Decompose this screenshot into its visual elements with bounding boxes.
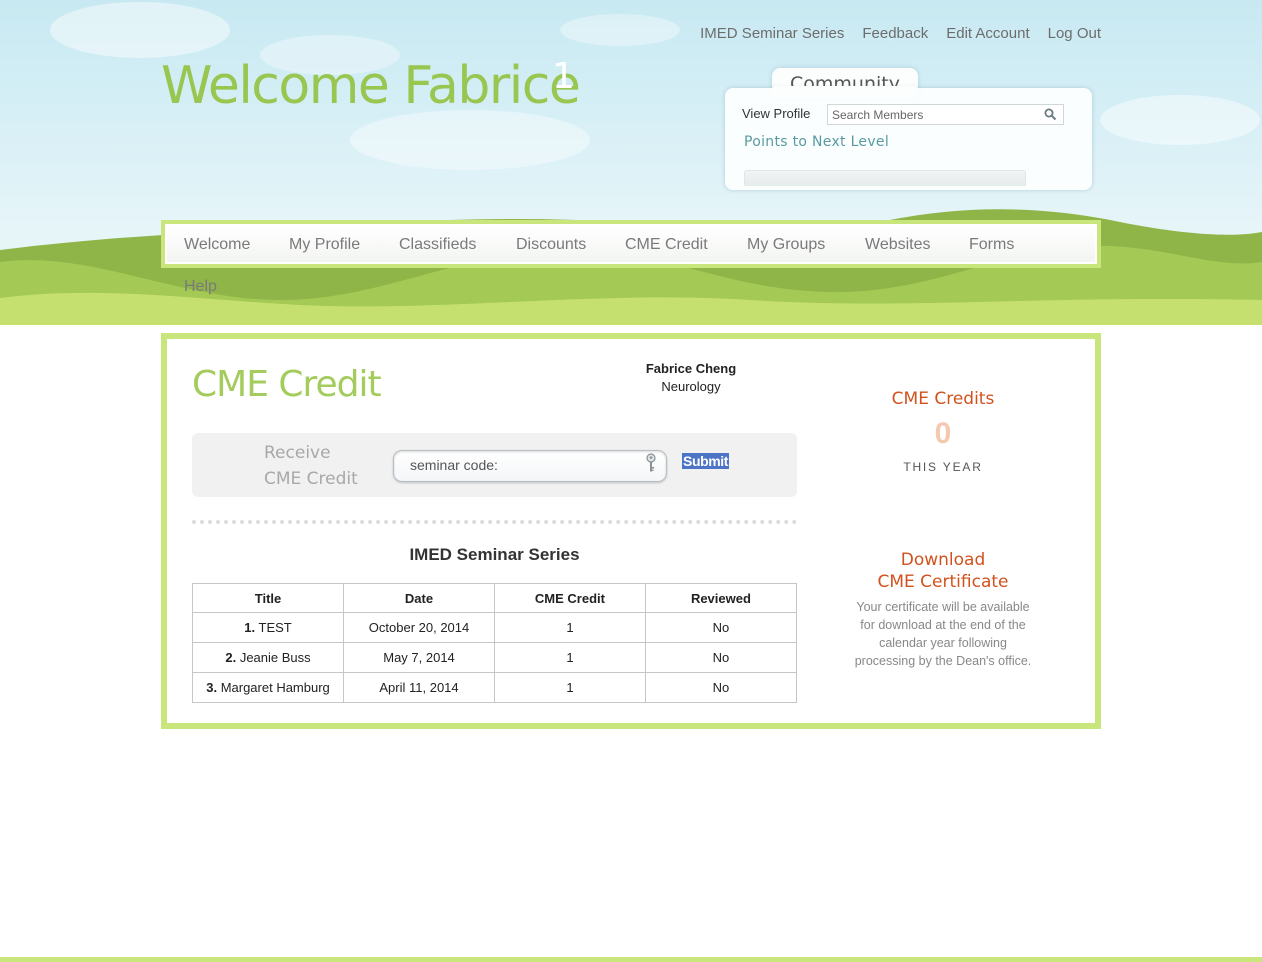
seminar-code-input[interactable]	[408, 454, 637, 476]
receive-label-line1: Receive	[264, 443, 331, 463]
row-number: 1.	[244, 620, 256, 635]
welcome-notification-count[interactable]: 1	[552, 56, 575, 97]
certificate-note-line: Your certificate will be available	[856, 600, 1030, 614]
cell-date: May 7, 2014	[343, 642, 495, 673]
download-certificate-line1: Download	[900, 550, 986, 570]
user-department: Neurology	[661, 379, 721, 394]
cell-reviewed: No	[644, 612, 798, 643]
seminar-table: Title Date CME Credit Reviewed 1. TEST O…	[191, 583, 798, 703]
top-link-imed-seminar-series[interactable]: IMED Seminar Series	[700, 25, 844, 42]
certificate-note-line: calendar year following	[879, 636, 1007, 650]
page-title: CME Credit	[192, 364, 382, 405]
footer-border	[0, 957, 1262, 962]
cell-reviewed: No	[644, 672, 798, 703]
submit-button[interactable]: Submit	[682, 453, 730, 469]
cell-credit: 1	[494, 642, 646, 673]
receive-credit-label: Receive CME Credit	[264, 440, 358, 492]
top-link-log-out[interactable]: Log Out	[1048, 25, 1101, 42]
top-links: IMED Seminar Series Feedback Edit Accoun…	[700, 25, 1101, 42]
top-link-feedback[interactable]: Feedback	[862, 25, 928, 42]
cell-date: April 11, 2014	[343, 672, 495, 703]
cell-title: 1. TEST	[191, 612, 345, 643]
cell-title: 2. Jeanie Buss	[191, 642, 345, 673]
nav-item-websites[interactable]: Websites	[865, 236, 931, 254]
nav-item-my-profile[interactable]: My Profile	[289, 236, 360, 254]
cell-date: October 20, 2014	[343, 612, 495, 643]
points-to-next-level-label: Points to Next Level	[744, 134, 890, 150]
top-link-edit-account[interactable]: Edit Account	[946, 25, 1029, 42]
cme-credits-period: THIS YEAR	[903, 460, 983, 474]
search-icon[interactable]	[1044, 108, 1057, 121]
table-row: 1. TEST October 20, 2014 1 No	[191, 612, 798, 643]
nav-item-welcome[interactable]: Welcome	[184, 236, 250, 254]
cell-title: 3. Margaret Hamburg	[191, 672, 345, 703]
table-row: 2. Jeanie Buss May 7, 2014 1 No	[191, 642, 798, 673]
row-number: 3.	[206, 680, 218, 695]
column-header-reviewed: Reviewed	[644, 583, 798, 613]
user-name: Fabrice Cheng	[645, 361, 737, 376]
cell-credit: 1	[494, 672, 646, 703]
cme-credits-title: CME Credits	[891, 389, 995, 409]
nav-item-cme-credit[interactable]: CME Credit	[625, 236, 708, 254]
search-members-input[interactable]	[828, 105, 1046, 124]
nav-item-help[interactable]: Help	[184, 278, 217, 296]
key-icon	[646, 453, 656, 472]
cell-reviewed: No	[644, 642, 798, 673]
download-certificate-link[interactable]: Download CME Certificate	[843, 549, 1043, 593]
seminar-code-field	[393, 450, 667, 482]
cell-credit: 1	[494, 612, 646, 643]
receive-label-line2: CME Credit	[264, 469, 358, 489]
certificate-note-line: for download at the end of the	[860, 618, 1026, 632]
row-number: 2.	[225, 650, 237, 665]
nav-item-forms[interactable]: Forms	[969, 236, 1014, 254]
nav-item-classifieds[interactable]: Classifieds	[399, 236, 476, 254]
column-header-title: Title	[191, 583, 345, 613]
series-title: IMED Seminar Series	[409, 545, 580, 564]
cme-credits-value: 0	[934, 417, 952, 450]
view-profile-link[interactable]: View Profile	[742, 106, 810, 121]
seminar-title: Jeanie Buss	[239, 650, 311, 665]
table-header-row: Title Date CME Credit Reviewed	[191, 583, 798, 613]
member-search-box	[827, 104, 1064, 125]
download-certificate-line2: CME Certificate	[877, 572, 1009, 592]
column-header-cme-credit: CME Credit	[494, 583, 646, 613]
nav-item-my-groups[interactable]: My Groups	[747, 236, 825, 254]
section-divider	[192, 520, 797, 524]
table-row: 3. Margaret Hamburg April 11, 2014 1 No	[191, 672, 798, 703]
community-tab-joint	[773, 86, 917, 94]
seminar-title: Margaret Hamburg	[220, 680, 330, 695]
certificate-note-line: processing by the Dean's office.	[854, 654, 1032, 668]
points-progress-bar	[744, 170, 1026, 186]
nav-item-discounts[interactable]: Discounts	[516, 236, 586, 254]
certificate-note: Your certificate will be available for d…	[843, 598, 1043, 670]
column-header-date: Date	[343, 583, 495, 613]
seminar-title: TEST	[258, 620, 292, 635]
welcome-heading: Welcome Fabrice	[161, 56, 581, 116]
